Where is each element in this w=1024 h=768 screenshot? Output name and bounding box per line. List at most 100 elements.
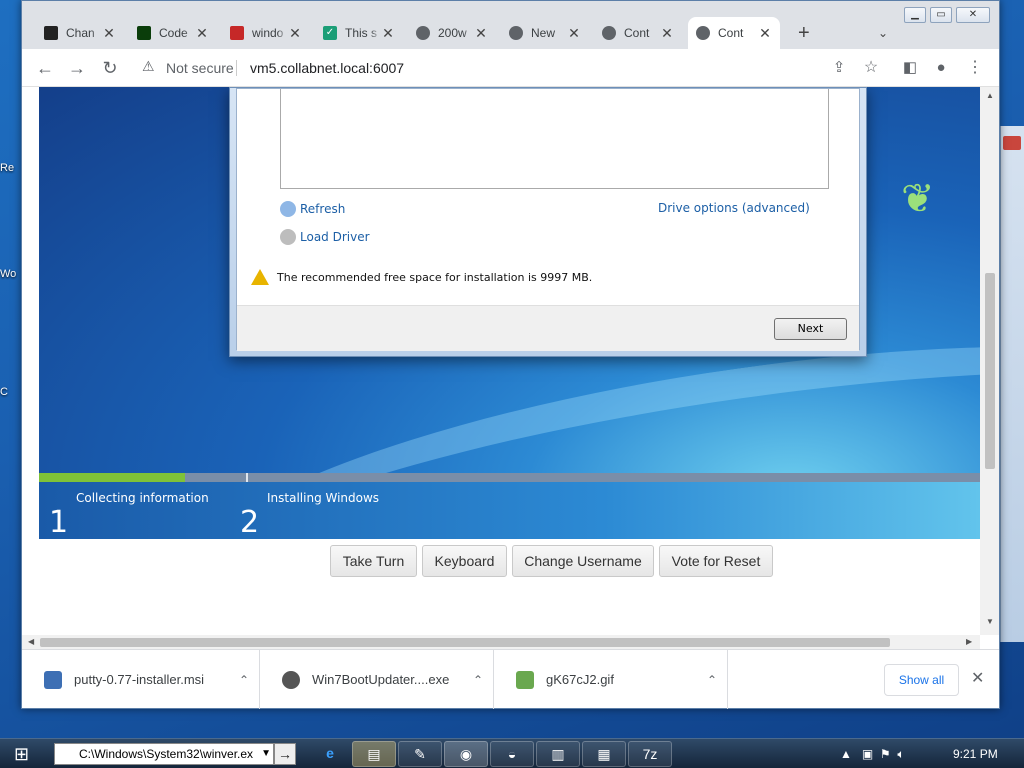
- close-icon[interactable]: ✕: [195, 25, 209, 42]
- step-label: Collecting information: [76, 491, 209, 505]
- keyboard-button[interactable]: Keyboard: [422, 545, 507, 577]
- new-tab-button[interactable]: +: [790, 17, 816, 49]
- tab[interactable]: New ✕: [501, 17, 589, 49]
- show-hidden-icons-icon[interactable]: ▲: [840, 747, 852, 761]
- close-icon[interactable]: ✕: [971, 668, 984, 688]
- drive-options-link[interactable]: Drive options (advanced): [658, 201, 810, 215]
- tab-title: Cont: [718, 26, 744, 40]
- action-center-icon[interactable]: ⚑: [880, 747, 891, 761]
- url-text[interactable]: vm5.collabnet.local:6007: [250, 60, 404, 76]
- bookmark-star-icon[interactable]: ☆: [860, 57, 882, 79]
- take-turn-button[interactable]: Take Turn: [330, 545, 417, 577]
- clock[interactable]: 9:21 PM: [953, 739, 998, 768]
- free-space-warning: The recommended free space for installat…: [251, 269, 592, 285]
- go-arrow-button[interactable]: →: [274, 743, 296, 765]
- start-button[interactable]: ⊞: [14, 743, 36, 765]
- step-label: Installing Windows: [267, 491, 380, 505]
- warning-icon: ⚠: [142, 58, 155, 74]
- scroll-left-icon[interactable]: ◀: [28, 637, 34, 646]
- tab[interactable]: Code ✕: [129, 17, 217, 49]
- close-window-icon[interactable]: ✕: [956, 7, 990, 23]
- minimize-icon[interactable]: ▁: [904, 7, 926, 23]
- download-item[interactable]: Win7BootUpdater....exe ⌃: [260, 650, 494, 709]
- scroll-thumb[interactable]: [985, 273, 995, 469]
- paint-icon[interactable]: ✎: [398, 741, 442, 767]
- close-icon[interactable]: ✕: [288, 25, 302, 42]
- download-filename: Win7BootUpdater....exe: [312, 672, 450, 687]
- desktop-icon-label[interactable]: Wo: [0, 268, 22, 280]
- close-icon[interactable]: ✕: [758, 25, 772, 42]
- installer-dialog-body: Refresh Drive options (advanced) Load Dr…: [236, 88, 860, 351]
- close-icon[interactable]: [1003, 136, 1021, 150]
- close-icon[interactable]: ✕: [567, 25, 581, 42]
- vote-reset-button[interactable]: Vote for Reset: [659, 545, 773, 577]
- run-path: C:\Windows\System32\winver.ex: [79, 747, 254, 761]
- show-all-button[interactable]: Show all: [884, 664, 959, 696]
- scroll-thumb[interactable]: [40, 638, 890, 647]
- file-explorer-icon[interactable]: ▤: [352, 741, 396, 767]
- close-icon[interactable]: ✕: [102, 25, 116, 42]
- forward-icon[interactable]: →: [66, 57, 88, 79]
- menu-kebab-icon[interactable]: ⋮: [964, 57, 986, 79]
- maximize-icon[interactable]: ▭: [930, 7, 952, 23]
- profile-avatar-icon[interactable]: ●: [930, 57, 952, 79]
- desktop-icon-label[interactable]: C: [0, 386, 22, 398]
- download-item[interactable]: putty-0.77-installer.msi ⌃: [22, 650, 260, 709]
- chevron-up-icon[interactable]: ⌃: [463, 673, 493, 687]
- step-number: 1: [49, 505, 69, 539]
- installer-dialog: Refresh Drive options (advanced) Load Dr…: [229, 87, 867, 357]
- drive-list[interactable]: [280, 89, 829, 189]
- tab[interactable]: ✓ This s ✕: [315, 17, 403, 49]
- chevron-up-icon[interactable]: ⌃: [697, 673, 727, 687]
- share-icon[interactable]: ⇪: [828, 57, 850, 79]
- load-driver-label: Load Driver: [300, 230, 370, 244]
- notepad-icon[interactable]: ▥: [536, 741, 580, 767]
- tab[interactable]: 200w ✕: [408, 17, 496, 49]
- dropdown-arrow-icon[interactable]: ▼: [261, 744, 271, 764]
- vm-controls: Take Turn Keyboard Change Username Vote …: [22, 545, 999, 581]
- 7zip-icon[interactable]: 7z: [628, 741, 672, 767]
- address-toolbar-input[interactable]: C:\Windows\System32\winver.ex ▼: [54, 743, 274, 765]
- globe-icon: [416, 26, 430, 40]
- change-username-button[interactable]: Change Username: [512, 545, 654, 577]
- scroll-up-icon[interactable]: ▲: [986, 91, 994, 100]
- scroll-down-icon[interactable]: ▼: [986, 617, 994, 626]
- close-icon[interactable]: ✕: [474, 25, 488, 42]
- step-number: 2: [240, 505, 260, 539]
- tab[interactable]: Cont ✕: [594, 17, 682, 49]
- network-app-icon[interactable]: ▦: [582, 741, 626, 767]
- network-icon[interactable]: ▣: [862, 747, 873, 761]
- vertical-scrollbar[interactable]: ▲ ▼: [980, 87, 999, 635]
- address-bar[interactable]: ⚠ Not secure vm5.collabnet.local:6007: [134, 55, 896, 81]
- tab-search-icon[interactable]: ⌄: [870, 17, 896, 49]
- side-panel-icon[interactable]: ◧: [899, 57, 921, 79]
- vm-screen[interactable]: ❦ Refresh Drive options (advanced) Load …: [39, 87, 980, 539]
- tab[interactable]: windo ✕: [222, 17, 310, 49]
- warning-text: The recommended free space for installat…: [277, 271, 593, 284]
- download-item[interactable]: gK67cJ2.gif ⌃: [494, 650, 728, 709]
- volume-icon[interactable]: 🔈︎: [897, 747, 904, 761]
- tab-title: This s: [345, 26, 378, 40]
- desktop-icon-label[interactable]: Re: [0, 162, 22, 174]
- vm-app-icon[interactable]: ◒: [490, 741, 534, 767]
- chevron-up-icon[interactable]: ⌃: [229, 673, 259, 687]
- bird-branch-icon: ❦: [901, 177, 935, 221]
- tab[interactable]: Chan ✕: [36, 17, 124, 49]
- close-icon[interactable]: ✕: [381, 25, 395, 42]
- chrome-icon[interactable]: ◉: [444, 741, 488, 767]
- downloads-bar: putty-0.77-installer.msi ⌃ Win7BootUpdat…: [22, 649, 999, 709]
- scroll-right-icon[interactable]: ▶: [966, 637, 972, 646]
- security-label[interactable]: Not secure: [166, 60, 234, 76]
- reload-icon[interactable]: ↻: [99, 57, 121, 79]
- divider: [236, 60, 237, 76]
- edge-icon[interactable]: e: [308, 741, 352, 767]
- load-driver-link[interactable]: Load Driver: [280, 229, 370, 245]
- tab-active[interactable]: Cont ✕: [688, 17, 780, 49]
- back-icon[interactable]: ←: [34, 57, 56, 79]
- horizontal-scrollbar[interactable]: ◀ ▶: [22, 635, 980, 649]
- refresh-link[interactable]: Refresh: [280, 201, 345, 217]
- close-icon[interactable]: ✕: [660, 25, 674, 42]
- setup-progress-panel: 1 Collecting information 2 Installing Wi…: [39, 473, 980, 539]
- next-button[interactable]: Next: [774, 318, 847, 340]
- page-content: ❦ Refresh Drive options (advanced) Load …: [22, 87, 999, 649]
